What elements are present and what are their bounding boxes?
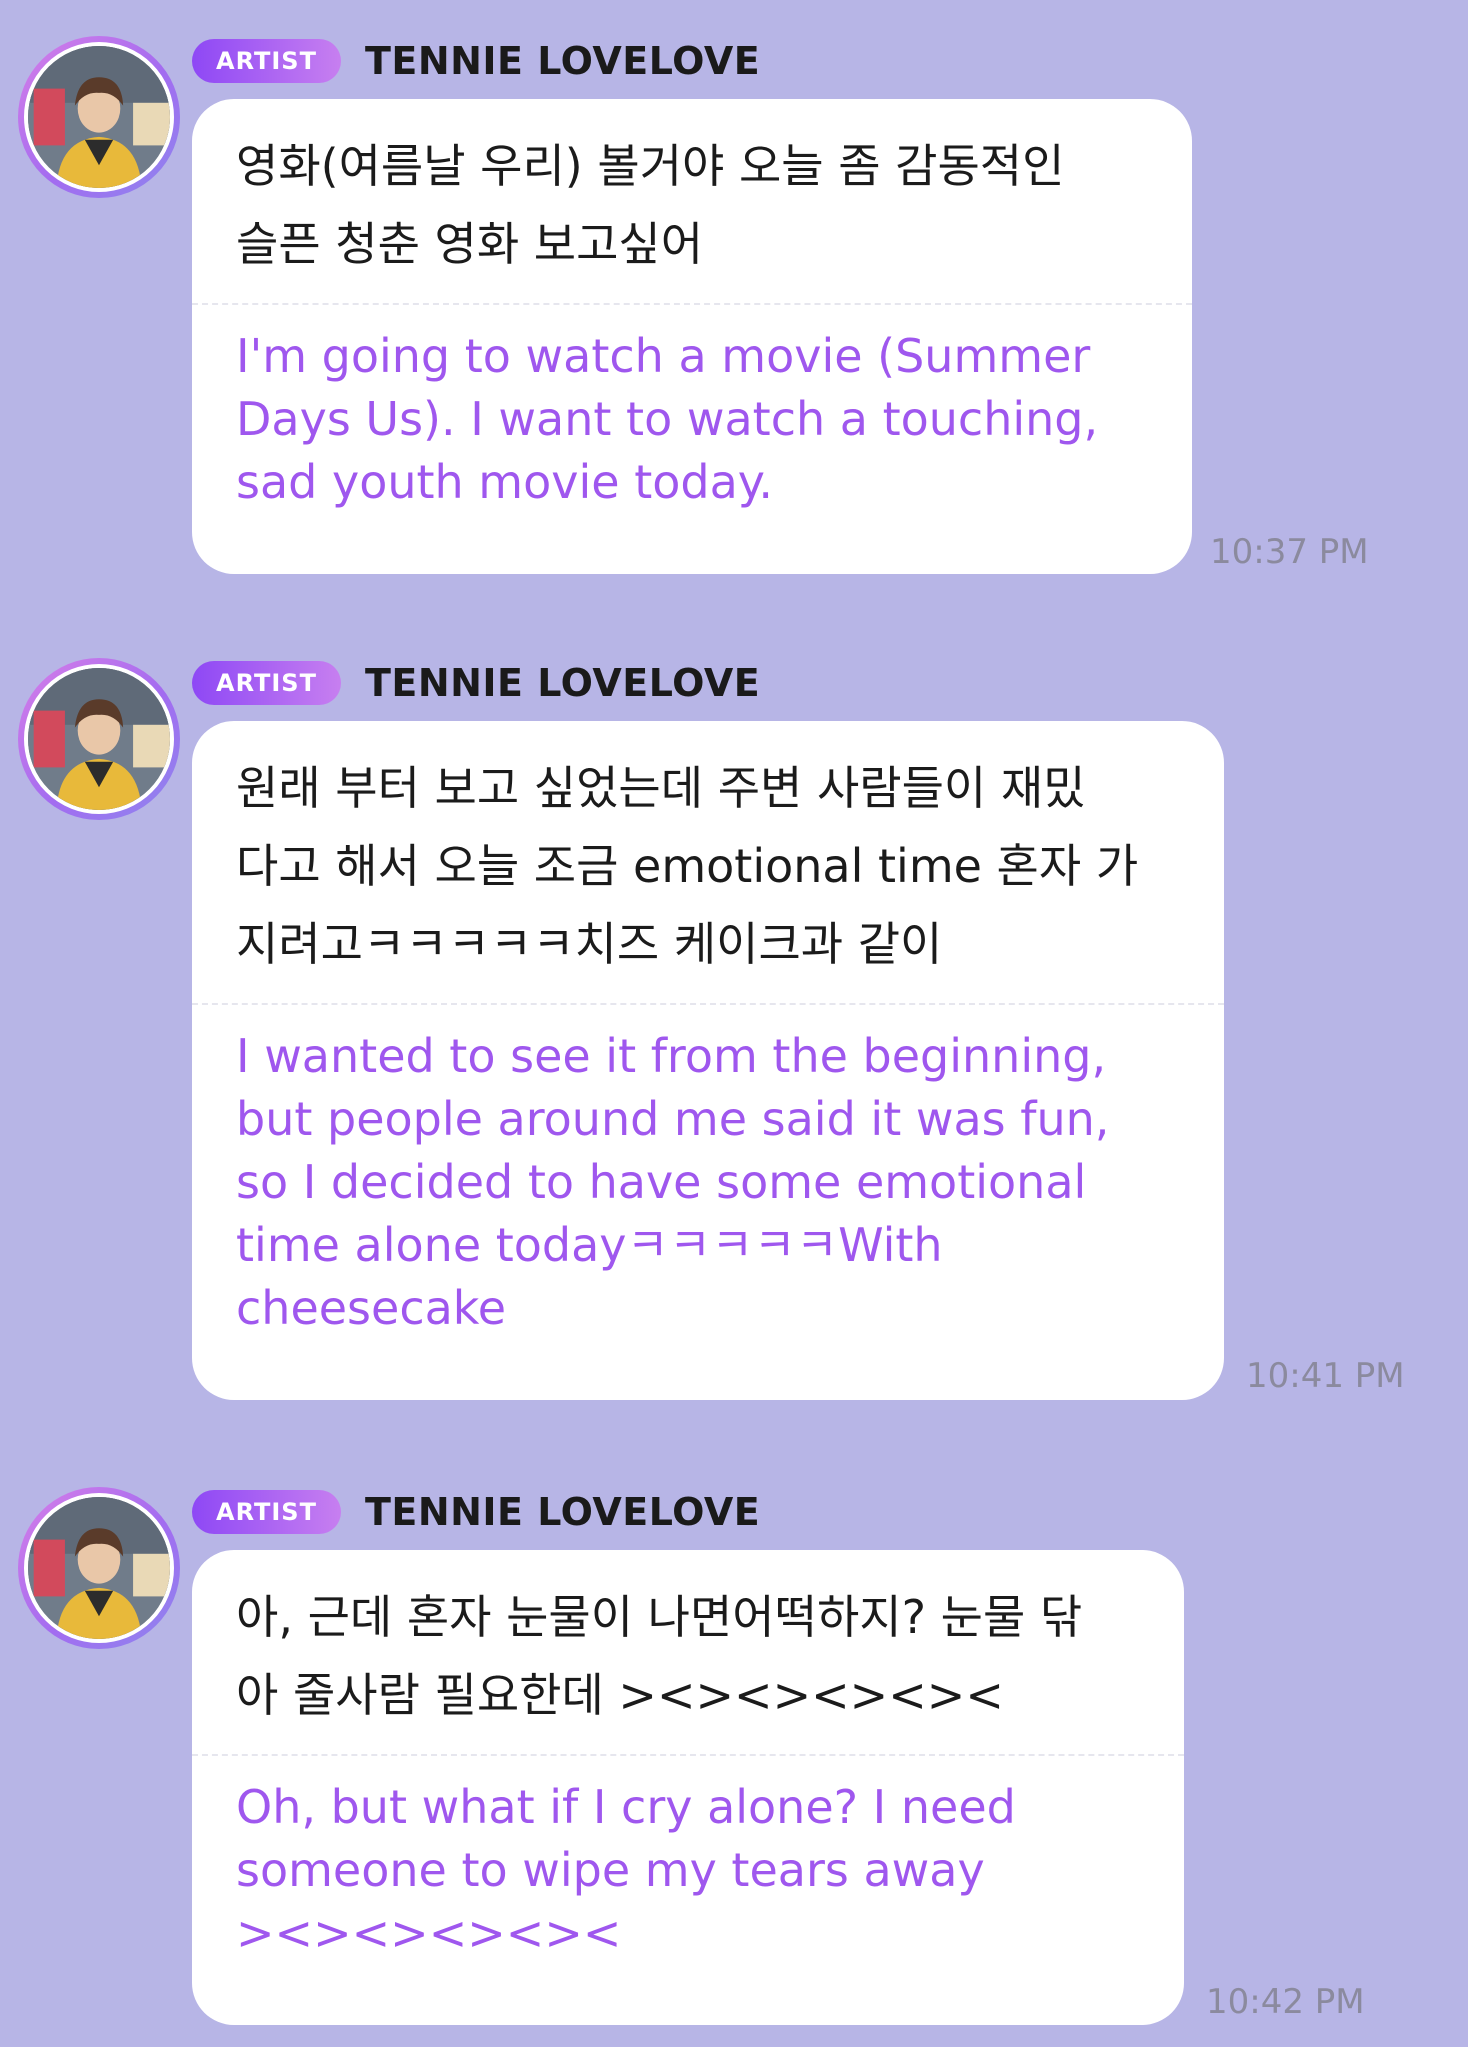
message-timestamp: 10:41 PM: [1246, 1356, 1405, 1396]
original-text: 원래 부터 보고 싶었는데 주변 사람들이 재밌 다고 해서 오늘 조금 emo…: [192, 721, 1224, 1003]
translated-text: I wanted to see it from the beginning, b…: [192, 1005, 1224, 1364]
translated-text: I'm going to watch a movie (Summer Days …: [192, 305, 1192, 538]
sender-name: TENNIE LOVELOVE: [364, 1490, 761, 1534]
translated-text-line: cheesecake: [236, 1281, 507, 1335]
translated-text-line: so I decided to have some emotional: [236, 1155, 1087, 1209]
message-bubble[interactable]: 아, 근데 혼자 눈물이 나면어떡하지? 눈물 닦 아 줄사람 필요한데 ><>…: [192, 1550, 1184, 2025]
profile-photo: [24, 664, 174, 814]
translated-text-line: sad youth movie today.: [236, 455, 774, 509]
original-text-line: 아, 근데 혼자 눈물이 나면어떡하지? 눈물 닦: [236, 1590, 1083, 1644]
avatar[interactable]: [18, 1487, 180, 1649]
translated-text-line: Oh, but what if I cry alone? I need: [236, 1780, 1016, 1834]
translated-text-line: Days Us). I want to watch a touching,: [236, 392, 1099, 446]
message-header: ARTIST TENNIE LOVELOVE: [192, 1487, 760, 1537]
translated-text-line: ><><><><><: [236, 1906, 622, 1960]
message-header: ARTIST TENNIE LOVELOVE: [192, 36, 760, 86]
sender-name: TENNIE LOVELOVE: [364, 661, 761, 705]
translated-text-line: someone to wipe my tears away: [236, 1843, 985, 1897]
original-text-line: 영화(여름날 우리) 볼거야 오늘 좀 감동적인: [236, 139, 1065, 193]
message-timestamp: 10:42 PM: [1206, 1982, 1365, 2022]
artist-badge: ARTIST: [192, 39, 341, 83]
translated-text-line: time alone todayㅋㅋㅋㅋㅋWith: [236, 1218, 943, 1272]
original-text-line: 원래 부터 보고 싶었는데 주변 사람들이 재밌: [236, 761, 1086, 815]
original-text-line: 슬픈 청춘 영화 보고싶어: [236, 217, 704, 271]
avatar[interactable]: [18, 36, 180, 198]
message-bubble[interactable]: 원래 부터 보고 싶었는데 주변 사람들이 재밌 다고 해서 오늘 조금 emo…: [192, 721, 1224, 1400]
message-bubble[interactable]: 영화(여름날 우리) 볼거야 오늘 좀 감동적인 슬픈 청춘 영화 보고싶어 I…: [192, 99, 1192, 574]
original-text-line: 아 줄사람 필요한데 ><><><><><: [236, 1668, 1004, 1722]
original-text-line: 다고 해서 오늘 조금 emotional time 혼자 가: [236, 839, 1139, 893]
original-text-line: 지려고ㅋㅋㅋㅋㅋ치즈 케이크과 같이: [236, 917, 943, 971]
artist-badge: ARTIST: [192, 661, 341, 705]
profile-photo: [24, 42, 174, 192]
translated-text-line: I wanted to see it from the beginning,: [236, 1029, 1107, 1083]
profile-photo: [24, 1493, 174, 1643]
original-text: 영화(여름날 우리) 볼거야 오늘 좀 감동적인 슬픈 청춘 영화 보고싶어: [192, 99, 1192, 303]
message-header: ARTIST TENNIE LOVELOVE: [192, 658, 760, 708]
original-text: 아, 근데 혼자 눈물이 나면어떡하지? 눈물 닦 아 줄사람 필요한데 ><>…: [192, 1550, 1184, 1754]
translated-text: Oh, but what if I cry alone? I need some…: [192, 1756, 1184, 1989]
translated-text-line: I'm going to watch a movie (Summer: [236, 329, 1091, 383]
avatar[interactable]: [18, 658, 180, 820]
sender-name: TENNIE LOVELOVE: [364, 39, 761, 83]
message-timestamp: 10:37 PM: [1210, 532, 1369, 572]
artist-badge: ARTIST: [192, 1490, 341, 1534]
translated-text-line: but people around me said it was fun,: [236, 1092, 1110, 1146]
